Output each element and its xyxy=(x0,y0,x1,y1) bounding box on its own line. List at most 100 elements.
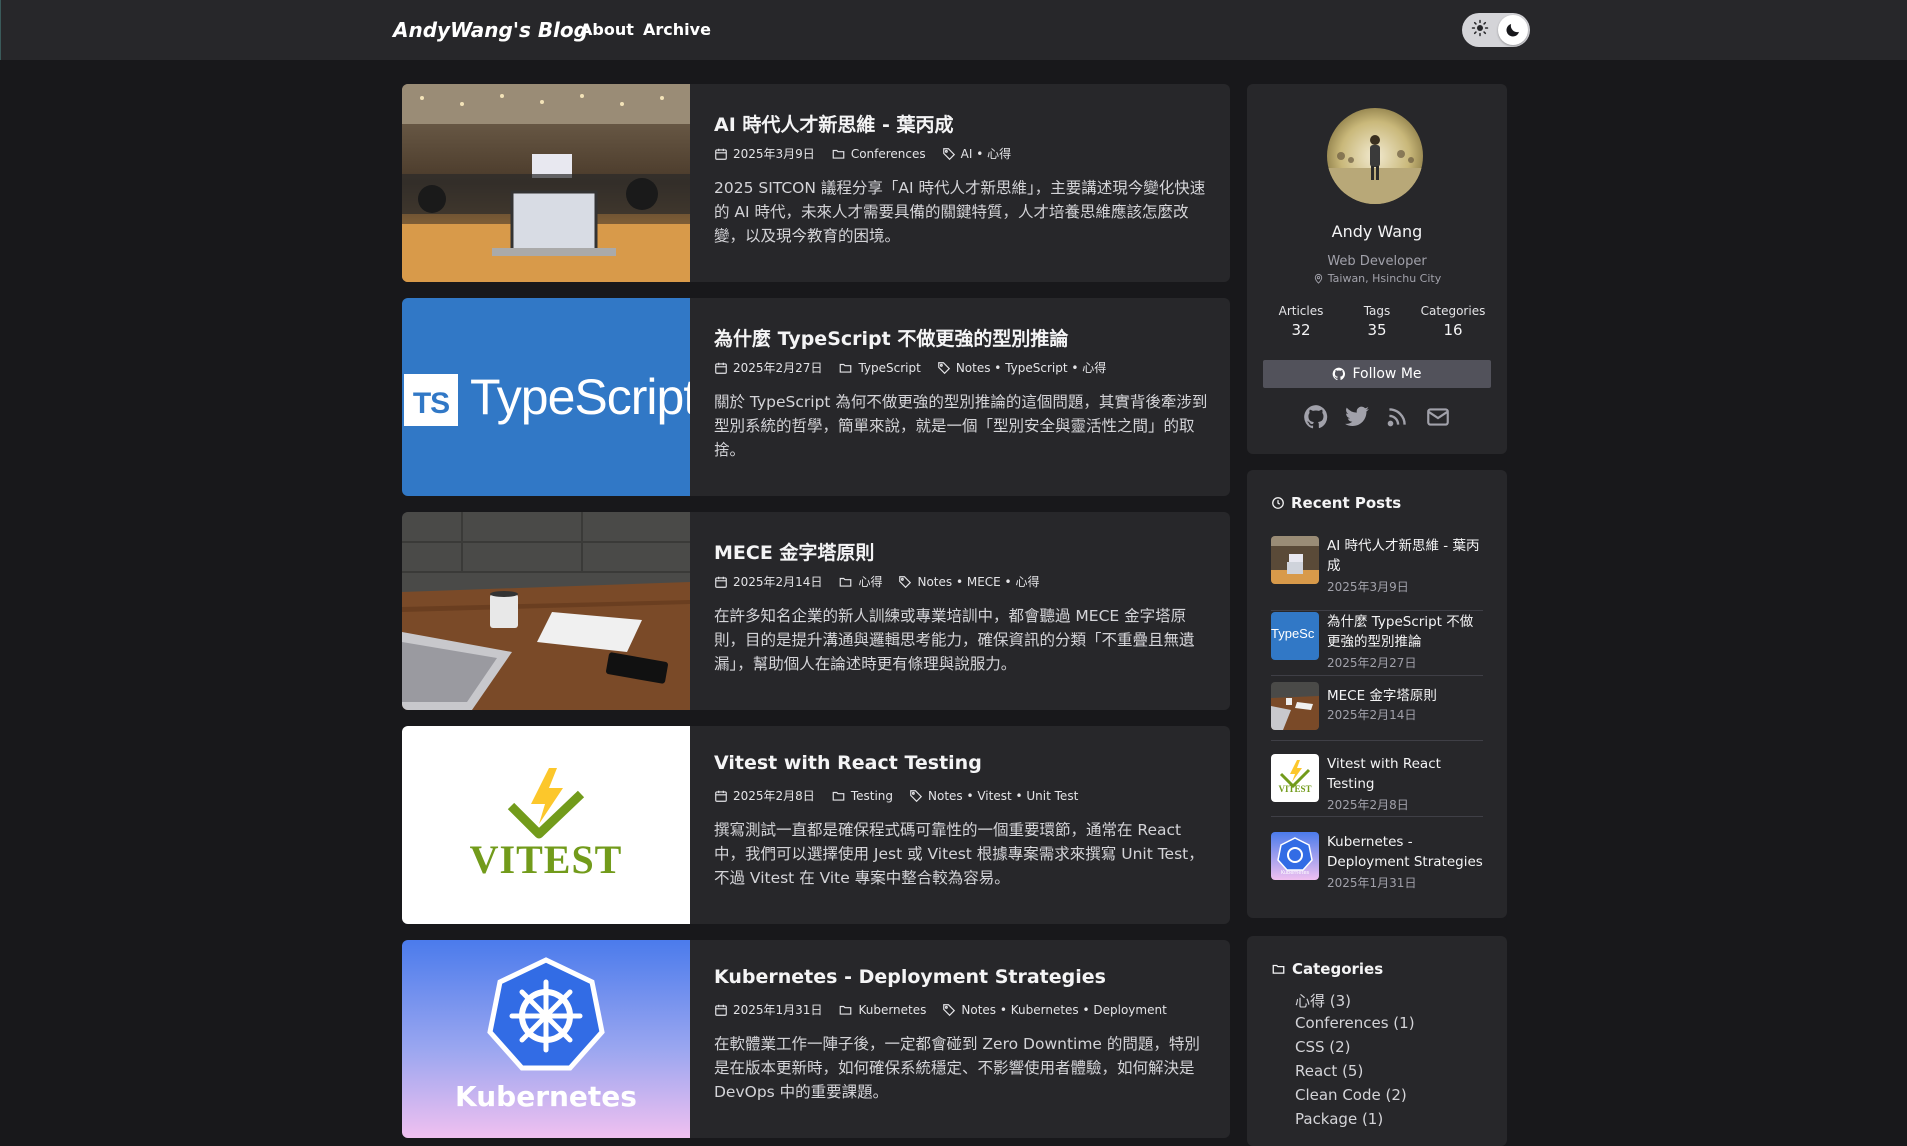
post-card[interactable]: TS TypeScript 為什麼 TypeScript 不做更強的型別推論 2… xyxy=(402,298,1230,496)
post-thumbnail[interactable] xyxy=(402,512,690,710)
post-meta: 2025年2月14日 心得 Notes • MECE • 心得 xyxy=(714,573,1039,590)
typescript-thumb-text: TypeSc xyxy=(1271,626,1315,641)
recent-post-item[interactable]: AI 時代人才新思維 - 葉丙成 2025年3月9日 xyxy=(1271,536,1483,596)
post-thumbnail[interactable] xyxy=(402,84,690,282)
post-title[interactable]: Kubernetes - Deployment Strategies xyxy=(714,966,1106,988)
post-title[interactable]: MECE 金字塔原則 xyxy=(714,538,874,565)
post-excerpt: 撰寫測試一直都是確保程式碼可靠性的一個重要環節，通常在 React 中，我們可以… xyxy=(714,821,1204,887)
tag-icon xyxy=(899,575,912,588)
post-excerpt: 關於 TypeScript 為何不做更強的型別推論的這個問題，其實背後牽涉到型別… xyxy=(714,393,1208,459)
recent-post-thumbnail: VITEST xyxy=(1271,754,1319,802)
post-card[interactable]: AI 時代人才新思維 - 葉丙成 2025年3月9日 Conferences A… xyxy=(402,84,1230,282)
twitter-icon[interactable] xyxy=(1344,404,1370,430)
clock-icon xyxy=(1272,497,1284,509)
calendar-icon xyxy=(715,790,727,802)
post-excerpt: 在許多知名企業的新人訓練或專業培訓中，都會聽過 MECE 金字塔原則，目的是提升… xyxy=(714,607,1195,673)
folder-icon xyxy=(832,791,845,801)
post-excerpt: 2025 SITCON 議程分享「AI 時代人才新思維」，主要講述現今變化快速的… xyxy=(714,179,1206,245)
categories-heading: Categories xyxy=(1271,960,1383,978)
github-icon xyxy=(1333,367,1346,381)
category-link[interactable]: Conferences (1) xyxy=(1295,1014,1415,1032)
tag-icon xyxy=(937,361,950,374)
post-tags[interactable]: Notes • TypeScript • 心得 xyxy=(956,359,1106,376)
post-card[interactable]: MECE 金字塔原則 2025年2月14日 心得 Notes • MECE • … xyxy=(402,512,1230,710)
follow-me-button[interactable]: Follow Me xyxy=(1263,360,1491,388)
category-link[interactable]: 心得 (3) xyxy=(1295,990,1351,1011)
toggle-knob xyxy=(1498,15,1528,45)
rss-icon[interactable] xyxy=(1384,404,1410,430)
profile-location-text: Taiwan, Hsinchu City xyxy=(1327,272,1442,285)
profile-card: Andy Wang Web Developer Taiwan, Hsinchu … xyxy=(1247,84,1507,454)
recent-post-item[interactable]: TypeSc 為什麼 TypeScript 不做更強的型別推論 2025年2月2… xyxy=(1271,612,1483,672)
divider xyxy=(1271,675,1483,676)
recent-post-item[interactable]: MECE 金字塔原則 2025年2月14日 xyxy=(1271,682,1483,730)
stat-label: Tags xyxy=(1363,304,1391,318)
stat-tags[interactable]: Tags 35 xyxy=(1337,304,1417,339)
categories-card: Categories 心得 (3) Conferences (1) CSS (2… xyxy=(1247,936,1507,1146)
post-meta: 2025年3月9日 Conferences AI • 心得 xyxy=(714,145,1011,162)
calendar-icon xyxy=(715,362,727,374)
post-tags[interactable]: Notes • Vitest • Unit Test xyxy=(928,789,1078,803)
recent-post-title: Kubernetes - Deployment Strategies xyxy=(1327,834,1483,870)
kubernetes-helm-icon xyxy=(487,957,605,1071)
nav-archive[interactable]: Archive xyxy=(643,20,711,39)
post-title[interactable]: Vitest with React Testing xyxy=(714,752,982,774)
stat-categories[interactable]: Categories 16 xyxy=(1413,304,1493,339)
post-category[interactable]: 心得 xyxy=(858,573,882,590)
category-link[interactable]: CSS (2) xyxy=(1295,1038,1351,1056)
post-tags[interactable]: AI • 心得 xyxy=(961,145,1011,162)
post-category[interactable]: Testing xyxy=(851,789,893,803)
typescript-logo-text: TypeScript xyxy=(470,369,690,425)
post-card[interactable]: VITEST Vitest with React Testing 2025年2月… xyxy=(402,726,1230,924)
mail-icon[interactable] xyxy=(1425,404,1451,430)
category-link[interactable]: React (5) xyxy=(1295,1062,1363,1080)
top-navbar: AndyWang's Blog About Archive xyxy=(0,0,1907,60)
post-date: 2025年2月27日 xyxy=(733,361,823,375)
post-meta: 2025年2月27日 TypeScript Notes • TypeScript… xyxy=(714,359,1106,376)
recent-post-thumbnail: Kubernetes xyxy=(1271,832,1319,880)
profile-name: Andy Wang xyxy=(1331,222,1423,241)
post-category[interactable]: Conferences xyxy=(851,147,926,161)
post-thumbnail[interactable]: VITEST xyxy=(402,726,690,924)
folder-icon xyxy=(840,1005,852,1015)
folder-icon xyxy=(840,577,852,587)
recent-post-title: MECE 金字塔原則 xyxy=(1327,688,1437,704)
post-date: 2025年3月9日 xyxy=(733,147,815,161)
stat-value: 32 xyxy=(1291,321,1311,339)
post-category[interactable]: TypeScript xyxy=(858,361,920,375)
post-thumbnail[interactable]: TS TypeScript xyxy=(402,298,690,496)
calendar-icon xyxy=(715,576,727,588)
tag-icon xyxy=(943,1003,956,1016)
post-meta: 2025年1月31日 Kubernetes Notes • Kubernetes… xyxy=(714,1001,1167,1018)
profile-location: Taiwan, Hsinchu City xyxy=(1247,272,1507,285)
recent-post-date: 2025年2月8日 xyxy=(1327,798,1409,812)
post-thumbnail[interactable]: Kubernetes xyxy=(402,940,690,1138)
recent-posts-title: Recent Posts xyxy=(1291,494,1402,512)
post-tags[interactable]: Notes • MECE • 心得 xyxy=(917,573,1039,590)
conference-hall-image xyxy=(402,84,690,282)
recent-post-thumbnail: TypeSc xyxy=(1271,612,1319,660)
theme-toggle[interactable] xyxy=(1462,13,1530,47)
category-link[interactable]: Package (1) xyxy=(1295,1110,1383,1128)
recent-post-title: 為什麼 TypeScript 不做更強的型別推論 xyxy=(1327,614,1474,650)
post-card[interactable]: Kubernetes Kubernetes - Deployment Strat… xyxy=(402,940,1230,1138)
location-pin-icon xyxy=(1314,273,1322,284)
post-category[interactable]: Kubernetes xyxy=(858,1003,926,1017)
tag-icon xyxy=(942,147,955,160)
recent-posts-card: Recent Posts AI 時代人才新思維 - 葉丙成 2025年3月9日 … xyxy=(1247,470,1507,918)
post-title[interactable]: 為什麼 TypeScript 不做更強的型別推論 xyxy=(714,324,1068,351)
vitest-thumb-text: VITEST xyxy=(1278,784,1312,794)
post-tags[interactable]: Notes • Kubernetes • Deployment xyxy=(961,1003,1166,1017)
kubernetes-logo-text: Kubernetes xyxy=(455,1080,637,1113)
site-brand[interactable]: AndyWang's Blog xyxy=(393,18,588,42)
category-link[interactable]: Clean Code (2) xyxy=(1295,1086,1407,1104)
nav-about[interactable]: About xyxy=(580,20,634,39)
recent-post-item[interactable]: Kubernetes Kubernetes - Deployment Strat… xyxy=(1271,832,1483,892)
recent-post-thumbnail xyxy=(1271,682,1319,730)
stat-articles[interactable]: Articles 32 xyxy=(1261,304,1341,339)
recent-post-item[interactable]: VITEST Vitest with React Testing 2025年2月… xyxy=(1271,754,1483,814)
stat-value: 16 xyxy=(1443,321,1463,339)
github-icon[interactable] xyxy=(1303,404,1329,430)
tag-icon xyxy=(910,789,923,802)
post-title[interactable]: AI 時代人才新思維 - 葉丙成 xyxy=(714,110,954,137)
